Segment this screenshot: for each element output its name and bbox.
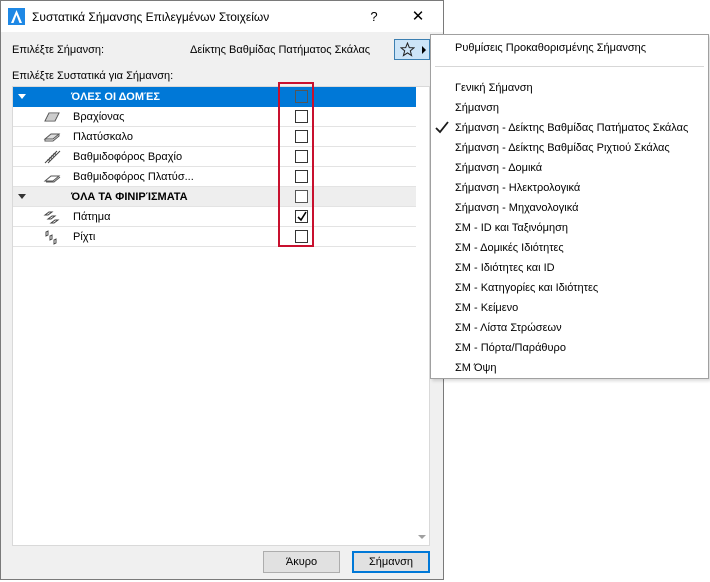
tree-category-all-finishes[interactable]: ΌΛΑ ΤΑ ΦΙΝΙΡΊΣΜΑΤΑ: [13, 187, 416, 207]
landing-stringer-icon: [43, 175, 61, 183]
components-tree: ΌΛΕΣ ΟΙ ΔΟΜΈΣ Βραχίονας Πλατύσκαλο Βαθμι…: [12, 86, 430, 546]
menu-item[interactable]: ΣΜ - Δομικές Ιδιότητες: [431, 238, 708, 258]
menu-item-label: ΣΜ - ID και Ταξινόμηση: [455, 222, 569, 234]
menu-item[interactable]: Γενική Σήμανση: [431, 78, 708, 98]
tree-item-landing-stringer[interactable]: Βαθμιδοφόρος Πλατύσ...: [13, 167, 416, 187]
menu-item-label: ΣΜ - Ιδιότητες και ID: [455, 262, 555, 274]
current-markup-name: Δείκτης Βαθμίδας Πατήματος Σκάλας: [190, 44, 371, 56]
chevron-right-icon: [422, 46, 426, 54]
stair-landing-icon: [43, 133, 61, 142]
menu-item-label: Σήμανση - Δομικά: [455, 162, 543, 174]
favorites-button[interactable]: [394, 39, 430, 60]
markup-button[interactable]: Σήμανση: [352, 551, 430, 573]
help-button[interactable]: ?: [362, 6, 386, 28]
menu-item[interactable]: ΣΜ - Πόρτα/Παράθυρο: [431, 338, 708, 358]
menu-item[interactable]: ΣΜ - ID και Ταξινόμηση: [431, 218, 708, 238]
tread-icon: [43, 211, 60, 224]
components-label: Επιλέξτε Συστατικά για Σήμανση:: [12, 70, 174, 82]
markup-components-dialog: Συστατικά Σήμανσης Επιλεγμένων Στοιχείων…: [0, 0, 444, 580]
app-icon: [8, 8, 25, 25]
menu-item[interactable]: Σήμανση - Ηλεκτρολογικά: [431, 178, 708, 198]
menu-item[interactable]: Σήμανση - Δομικά: [431, 158, 708, 178]
tree-item-tread[interactable]: Πάτημα: [13, 207, 416, 227]
star-icon: [400, 42, 415, 57]
menu-item-label: ΣΜ - Πόρτα/Παράθυρο: [455, 342, 566, 354]
checkmark-icon: [435, 121, 449, 134]
tree-scrollbar[interactable]: [414, 87, 429, 545]
checkbox-column-highlight: [278, 82, 314, 247]
title-bar: Συστατικά Σήμανσης Επιλεγμένων Στοιχείων…: [1, 1, 443, 32]
screen: Συστατικά Σήμανσης Επιλεγμένων Στοιχείων…: [0, 0, 710, 582]
menu-item-label: ΣΜ - Λίστα Στρώσεων: [455, 322, 562, 334]
scroll-down-icon[interactable]: [418, 535, 426, 539]
menu-item[interactable]: Σήμανση - Δείκτης Βαθμίδας Ριχτιού Σκάλα…: [431, 138, 708, 158]
select-markup-label: Επιλέξτε Σήμανση:: [12, 44, 105, 56]
menu-item-label: Γενική Σήμανση: [455, 82, 533, 94]
menu-item-label: Σήμανση - Μηχανολογικά: [455, 202, 579, 214]
collapse-caret-icon[interactable]: [18, 194, 26, 199]
menu-item-label: ΣΜ Όψη: [455, 362, 497, 374]
tree-row-label: Πάτημα: [73, 211, 111, 223]
collapse-caret-icon[interactable]: [18, 94, 26, 99]
menu-default-settings-item[interactable]: Ρυθμίσεις Προκαθορισμένης Σήμανσης: [455, 42, 646, 54]
menu-item[interactable]: ΣΜ - Λίστα Στρώσεων: [431, 318, 708, 338]
menu-item-label: Σήμανση - Δείκτης Βαθμίδας Πατήματος Σκά…: [455, 122, 689, 134]
tree-row-label: Ρίχτι: [73, 231, 96, 243]
tree-row-label: Βραχίονας: [73, 111, 125, 123]
markup-style-menu: Ρυθμίσεις Προκαθορισμένης Σήμανσης Γενικ…: [430, 34, 709, 379]
cancel-button[interactable]: Άκυρο: [263, 551, 340, 573]
tree-row-label: Βαθμιδοφόρος Πλατύσ...: [73, 171, 194, 183]
menu-separator: [435, 66, 704, 67]
menu-item-label: ΣΜ - Δομικές Ιδιότητες: [455, 242, 564, 254]
menu-item[interactable]: ΣΜ - Ιδιότητες και ID: [431, 258, 708, 278]
menu-item[interactable]: ΣΜ - Κείμενο: [431, 298, 708, 318]
window-title: Συστατικά Σήμανσης Επιλεγμένων Στοιχείων: [32, 10, 270, 24]
menu-item[interactable]: ΣΜ - Κατηγορίες και Ιδιότητες: [431, 278, 708, 298]
close-button[interactable]: ✕: [405, 6, 431, 28]
menu-item[interactable]: ΣΜ Όψη: [431, 358, 708, 378]
tree-item-flight[interactable]: Βραχίονας: [13, 107, 416, 127]
menu-item-label: Σήμανση: [455, 102, 500, 114]
tree-category-all-structures[interactable]: ΌΛΕΣ ΟΙ ΔΟΜΈΣ: [13, 87, 416, 107]
menu-item[interactable]: Σήμανση - Μηχανολογικά: [431, 198, 708, 218]
menu-item-checked[interactable]: Σήμανση - Δείκτης Βαθμίδας Πατήματος Σκά…: [431, 118, 708, 138]
tree-item-flight-stringer[interactable]: Βαθμιδοφόρος Βραχίο: [13, 147, 416, 167]
tree-row-label: ΌΛΕΣ ΟΙ ΔΟΜΈΣ: [71, 91, 160, 103]
stair-flight-icon: [44, 112, 60, 122]
menu-item-label: ΣΜ - Κατηγορίες και Ιδιότητες: [455, 282, 599, 294]
menu-item-label: ΣΜ - Κείμενο: [455, 302, 519, 314]
tree-row-label: Πλατύσκαλο: [73, 131, 133, 143]
menu-item-label: Σήμανση - Δείκτης Βαθμίδας Ριχτιού Σκάλα…: [455, 142, 670, 154]
flight-stringer-icon: [44, 150, 61, 164]
tree-item-landing[interactable]: Πλατύσκαλο: [13, 127, 416, 147]
tree-row-label: Βαθμιδοφόρος Βραχίο: [73, 151, 183, 163]
riser-icon: [45, 230, 57, 245]
tree-row-label: ΌΛΑ ΤΑ ΦΙΝΙΡΊΣΜΑΤΑ: [71, 191, 188, 203]
tree-item-riser[interactable]: Ρίχτι: [13, 227, 416, 247]
menu-item[interactable]: Σήμανση: [431, 98, 708, 118]
menu-item-label: Σήμανση - Ηλεκτρολογικά: [455, 182, 581, 194]
